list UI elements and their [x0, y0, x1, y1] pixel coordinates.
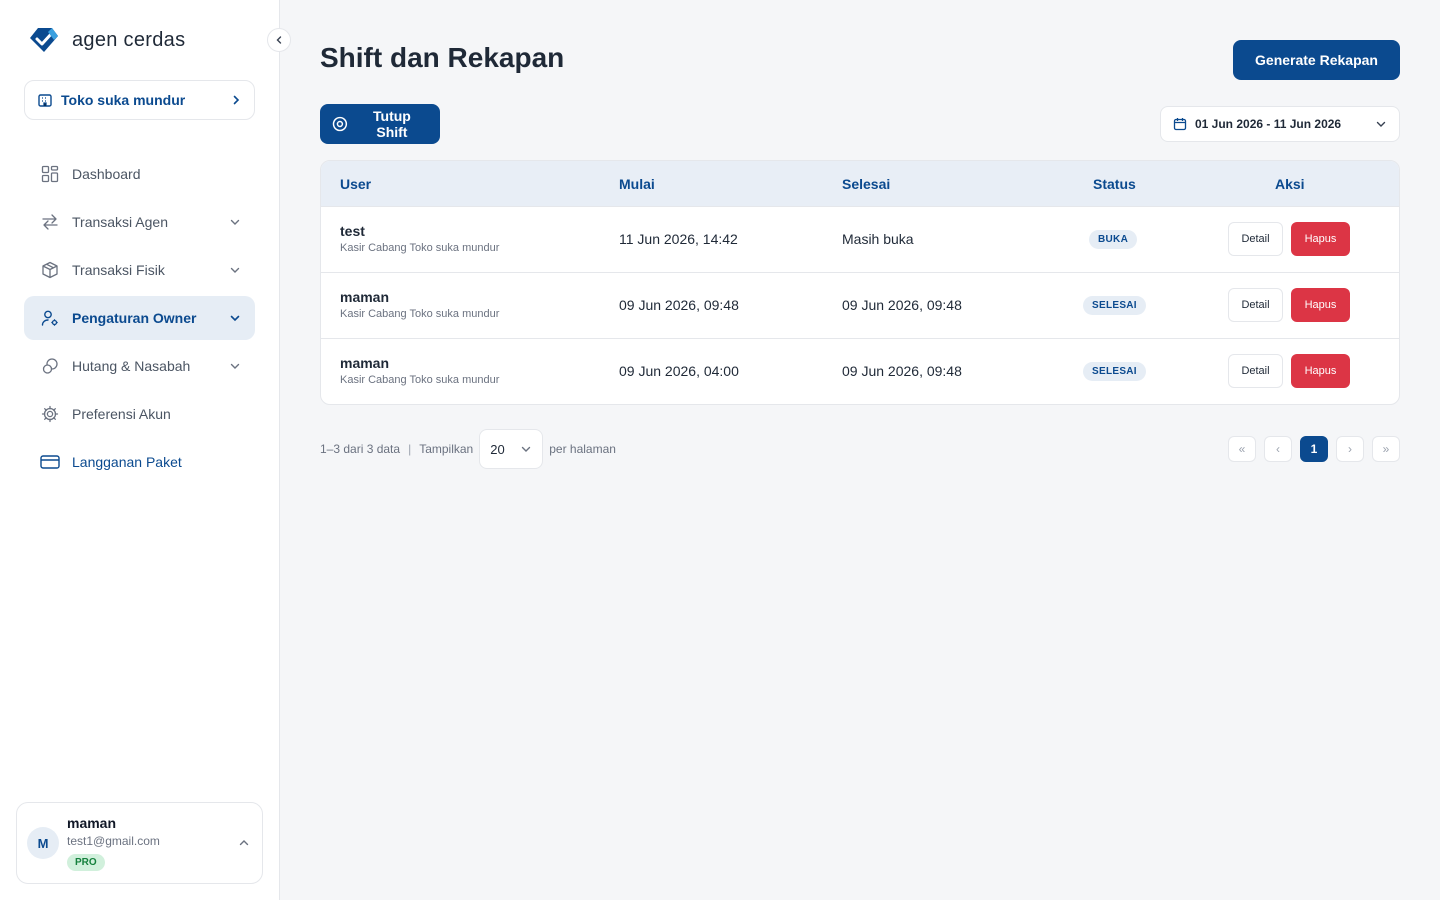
- brand-logo-icon: [30, 28, 58, 52]
- sidebar-item-transaksi-fisik[interactable]: Transaksi Fisik: [24, 248, 255, 292]
- sidebar-item-label: Pengaturan Owner: [72, 310, 197, 326]
- sidebar-nav: Dashboard Transaksi Agen Transaksi Fisik…: [24, 152, 255, 488]
- row-start-time: 09 Jun 2026, 09:48: [619, 297, 739, 313]
- status-badge: BUKA: [1089, 230, 1138, 249]
- stop-circle-icon: [332, 116, 348, 132]
- chevron-down-icon: [1376, 121, 1386, 127]
- per-page-label: per halaman: [549, 442, 616, 456]
- store-selector[interactable]: Toko suka mundur: [24, 80, 255, 120]
- chevron-down-icon: [522, 446, 531, 452]
- page-size-label: Tampilkan: [419, 442, 474, 456]
- avatar: M: [27, 827, 59, 859]
- sidebar-item-langganan-paket[interactable]: Langganan Paket: [24, 440, 255, 484]
- table-header: User Mulai Selesai Status Aksi: [321, 161, 1399, 207]
- sidebar-item-label: Transaksi Fisik: [72, 262, 165, 278]
- sidebar: agen cerdas Toko suka mundur Dashboard T…: [0, 0, 291, 900]
- gear-icon: [41, 405, 59, 423]
- user-email: test1@gmail.com: [67, 834, 160, 848]
- row-user-name: test: [340, 223, 365, 239]
- page-size-select[interactable]: 20: [479, 429, 544, 469]
- shift-table: User Mulai Selesai Status Aksi test Kasi…: [320, 160, 1400, 405]
- column-header-aksi: Aksi: [1275, 176, 1305, 192]
- collapse-sidebar-button[interactable]: [267, 28, 291, 52]
- chevron-left-icon: [276, 36, 282, 44]
- chevron-right-icon: [233, 95, 240, 105]
- brand-name: agen cerdas: [72, 28, 186, 51]
- tutup-shift-label: Tutup Shift: [373, 108, 411, 140]
- page-size-value: 20: [490, 441, 505, 457]
- sidebar-item-label: Dashboard: [72, 166, 141, 182]
- generate-rekapan-button[interactable]: Generate Rekapan: [1233, 40, 1400, 80]
- chevron-up-icon: [239, 840, 249, 846]
- detail-button[interactable]: Detail: [1228, 288, 1283, 322]
- detail-button[interactable]: Detail: [1228, 354, 1283, 388]
- page-button-current[interactable]: 1: [1300, 436, 1328, 462]
- date-range-value: 01 Jun 2026 - 11 Jun 2026: [1195, 117, 1342, 131]
- hapus-button[interactable]: Hapus: [1291, 222, 1350, 256]
- box-icon: [42, 261, 58, 279]
- last-page-button[interactable]: »: [1372, 436, 1400, 462]
- sidebar-item-dashboard[interactable]: Dashboard: [24, 152, 255, 196]
- row-end-time: 09 Jun 2026, 09:48: [842, 297, 962, 313]
- chevron-down-icon: [230, 315, 240, 322]
- sidebar-item-preferensi-akun[interactable]: Preferensi Akun: [24, 392, 255, 436]
- user-settings-icon: [41, 310, 58, 326]
- status-badge: SELESAI: [1083, 296, 1146, 315]
- row-user-branch: Kasir Cabang Toko suka mundur: [340, 242, 500, 254]
- sidebar-item-transaksi-agen[interactable]: Transaksi Agen: [24, 200, 255, 244]
- hapus-button[interactable]: Hapus: [1291, 354, 1350, 388]
- prev-page-button[interactable]: ‹: [1264, 436, 1292, 462]
- arrows-exchange-icon: [42, 214, 58, 230]
- first-page-button[interactable]: «: [1228, 436, 1256, 462]
- row-user-branch: Kasir Cabang Toko suka mundur: [340, 374, 500, 386]
- row-end-time: 09 Jun 2026, 09:48: [842, 363, 962, 379]
- date-range-picker[interactable]: 01 Jun 2026 - 11 Jun 2026: [1160, 106, 1400, 142]
- dashboard-icon: [41, 165, 59, 183]
- column-header-status[interactable]: Status: [1093, 176, 1136, 192]
- tutup-shift-button[interactable]: Tutup Shift: [320, 104, 440, 144]
- building-icon: [38, 94, 52, 107]
- chevron-down-icon: [230, 219, 240, 225]
- row-user-branch: Kasir Cabang Toko suka mundur: [340, 308, 500, 320]
- pagination: « ‹ 1 › »: [1228, 436, 1400, 462]
- column-header-mulai[interactable]: Mulai: [619, 176, 655, 192]
- row-start-time: 11 Jun 2026, 14:42: [619, 231, 738, 247]
- row-user-name: maman: [340, 289, 390, 305]
- chevron-down-icon: [230, 267, 240, 273]
- column-header-user[interactable]: User: [340, 176, 371, 192]
- detail-button[interactable]: Detail: [1228, 222, 1283, 256]
- store-name: Toko suka mundur: [61, 92, 186, 108]
- status-badge: SELESAI: [1083, 362, 1146, 381]
- coins-icon: [42, 358, 58, 374]
- next-page-button[interactable]: ›: [1336, 436, 1364, 462]
- page-title: Shift dan Rekapan: [320, 42, 565, 73]
- brand[interactable]: agen cerdas: [28, 26, 185, 54]
- table-row: maman Kasir Cabang Toko suka mundur 09 J…: [321, 339, 1399, 404]
- credit-card-icon: [40, 455, 60, 469]
- plan-badge: PRO: [67, 854, 105, 871]
- pagination-info: 1–3 dari 3 data | Tampilkan 20 per halam…: [320, 429, 616, 469]
- column-header-selesai[interactable]: Selesai: [842, 176, 890, 192]
- pagination-separator: |: [408, 442, 412, 456]
- pagination-summary: 1–3 dari 3 data: [320, 442, 401, 456]
- user-account-card[interactable]: M maman test1@gmail.com PRO: [16, 802, 263, 884]
- user-name: maman: [67, 815, 117, 831]
- row-start-time: 09 Jun 2026, 04:00: [619, 363, 739, 379]
- sidebar-item-label: Preferensi Akun: [72, 406, 171, 422]
- table-row: maman Kasir Cabang Toko suka mundur 09 J…: [321, 273, 1399, 339]
- row-user-name: maman: [340, 355, 390, 371]
- sidebar-item-label: Transaksi Agen: [72, 214, 168, 230]
- calendar-icon: [1173, 118, 1187, 131]
- hapus-button[interactable]: Hapus: [1291, 288, 1350, 322]
- table-row: test Kasir Cabang Toko suka mundur 11 Ju…: [321, 207, 1399, 273]
- sidebar-item-label: Hutang & Nasabah: [72, 358, 191, 374]
- sidebar-item-hutang-nasabah[interactable]: Hutang & Nasabah: [24, 344, 255, 388]
- row-end-time: Masih buka: [842, 231, 914, 247]
- sidebar-item-label: Langganan Paket: [72, 454, 182, 470]
- sidebar-item-pengaturan-owner[interactable]: Pengaturan Owner: [24, 296, 255, 340]
- chevron-down-icon: [230, 363, 240, 369]
